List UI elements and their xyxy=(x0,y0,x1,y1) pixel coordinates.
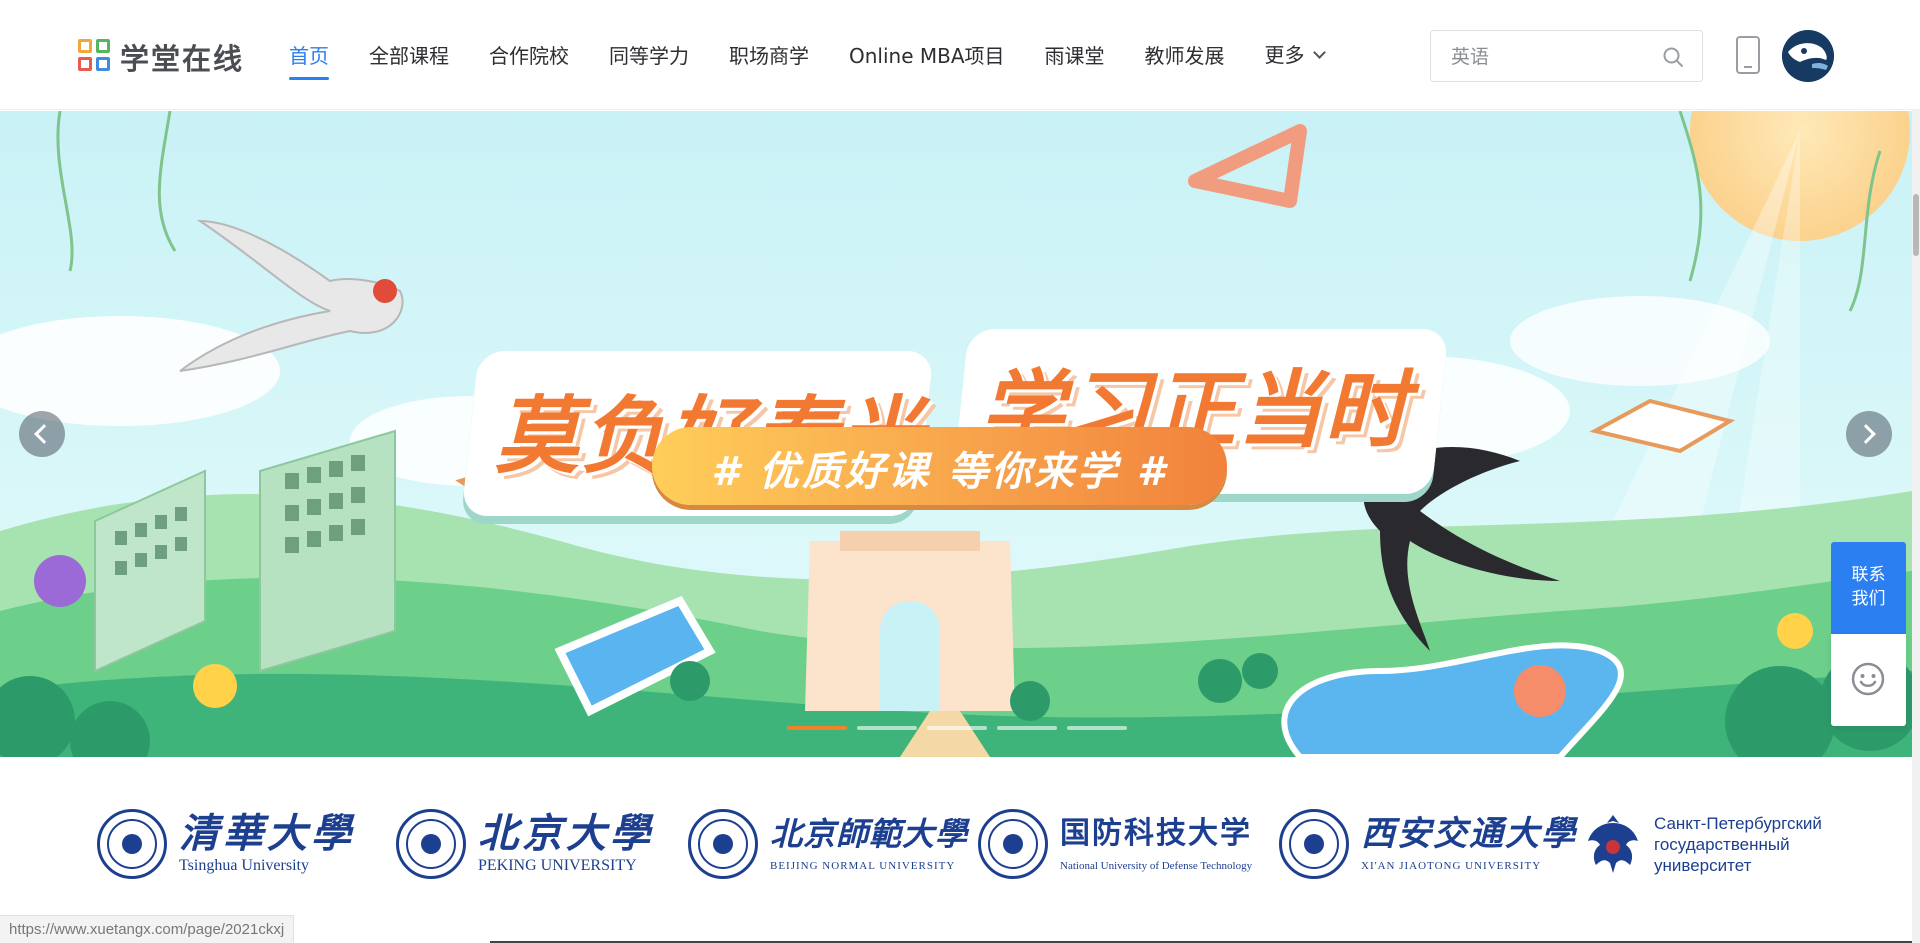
xjtu-seal-icon xyxy=(1279,809,1349,879)
partner-tsinghua[interactable]: 清華大學 Tsinghua University xyxy=(97,809,355,879)
search-input[interactable] xyxy=(1451,43,1651,71)
partner-name-en: BEIJING NORMAL UNIVERSITY xyxy=(770,860,956,872)
carousel-dot-5[interactable] xyxy=(1067,726,1127,730)
slogan-pill: # 优质好课 等你来学 # xyxy=(652,427,1227,505)
slogan-text: # 优质好课 等你来学 # xyxy=(711,449,1168,495)
partner-name-ru-line-1: Санкт-Петербургский xyxy=(1654,813,1822,833)
carousel-dot-4[interactable] xyxy=(997,726,1057,730)
carousel-indicators xyxy=(787,726,1127,730)
partner-xjtu[interactable]: 西安交通大學 XI'AN JIAOTONG UNIVERSITY xyxy=(1279,809,1577,879)
mobile-app-icon[interactable] xyxy=(1735,35,1761,75)
partner-name-cn: 北京大學 xyxy=(478,810,654,857)
page-scrollbar[interactable] xyxy=(1912,110,1920,943)
nav-item-partner-schools[interactable]: 合作院校 xyxy=(489,0,569,110)
nav-item-online-mba[interactable]: Online MBA项目 xyxy=(849,0,1005,110)
search-icon[interactable] xyxy=(1662,46,1684,68)
nav-item-teacher-development[interactable]: 教师发展 xyxy=(1145,0,1225,110)
contact-line-2: 我们 xyxy=(1851,589,1886,609)
spbu-eagle-crest-icon xyxy=(1588,815,1638,873)
contact-us-button[interactable]: 联系 我们 xyxy=(1831,542,1906,634)
carousel-dot-2[interactable] xyxy=(857,726,917,730)
page: 学堂在线 首页 全部课程 合作院校 同等学力 职场商学 Online MBA项目… xyxy=(0,0,1920,943)
nav-more-label: 更多 xyxy=(1264,43,1305,67)
contact-line-1: 联系 xyxy=(1851,565,1886,585)
partner-nudt[interactable]: 国防科技大学 National University of Defense Te… xyxy=(978,809,1252,879)
nav-more-dropdown[interactable]: 更多 xyxy=(1264,0,1326,110)
logo-icon xyxy=(78,39,114,75)
site-logo[interactable]: 学堂在线 xyxy=(78,36,244,78)
partner-name-en: XI'AN JIAOTONG UNIVERSITY xyxy=(1361,860,1542,872)
partner-name-en: PEKING UNIVERSITY xyxy=(478,857,637,874)
partner-name-cn: 北京師範大學 xyxy=(770,815,969,853)
partner-name-ru-line-2: государственный xyxy=(1654,834,1790,854)
top-header: 学堂在线 首页 全部课程 合作院校 同等学力 职场商学 Online MBA项目… xyxy=(0,0,1920,110)
link-preview-status: https://www.xuetangx.com/page/2021ckxj xyxy=(0,915,295,943)
partner-bnu[interactable]: 北京師範大學 BEIJING NORMAL UNIVERSITY xyxy=(688,809,968,879)
hero-carousel[interactable]: 莫负好春光 学习正当时 # 优质好课 等你来学 # xyxy=(0,111,1912,757)
nudt-seal-icon xyxy=(978,809,1048,879)
chat-button[interactable] xyxy=(1831,634,1906,726)
search-box xyxy=(1430,30,1703,82)
carousel-dot-1[interactable] xyxy=(787,726,847,730)
tsinghua-seal-icon xyxy=(97,809,167,879)
nav-item-equivalent-degree[interactable]: 同等学力 xyxy=(609,0,689,110)
chevron-down-icon xyxy=(1312,45,1326,59)
partner-name-cn: 清華大學 xyxy=(179,810,355,857)
carousel-dot-3[interactable] xyxy=(927,726,987,730)
partner-spbu[interactable]: Санкт-Петербургский государственный унив… xyxy=(1584,809,1822,879)
partner-name-ru-line-3: университет xyxy=(1654,855,1752,875)
main-nav: 首页 全部课程 合作院校 同等学力 职场商学 Online MBA项目 雨课堂 … xyxy=(289,0,1364,110)
scrollbar-thumb[interactable] xyxy=(1913,194,1919,256)
carousel-next-button[interactable] xyxy=(1846,411,1892,457)
partner-name-en: Tsinghua University xyxy=(179,857,309,874)
partner-peking[interactable]: 北京大學 PEKING UNIVERSITY xyxy=(396,809,654,879)
nav-item-business-school[interactable]: 职场商学 xyxy=(729,0,809,110)
partner-name-cn: 西安交通大學 xyxy=(1361,814,1577,854)
peking-seal-icon xyxy=(396,809,466,879)
smiley-chat-icon xyxy=(1851,662,1885,696)
bnu-seal-icon xyxy=(688,809,758,879)
user-avatar[interactable] xyxy=(1782,30,1834,82)
partner-name-cn: 国防科技大学 xyxy=(1060,816,1252,851)
logo-text: 学堂在线 xyxy=(120,42,245,76)
partner-name-en: National University of Defense Technolog… xyxy=(1060,860,1253,872)
nav-item-home[interactable]: 首页 xyxy=(289,0,329,110)
nav-item-rain-classroom[interactable]: 雨课堂 xyxy=(1045,0,1105,110)
nav-item-all-courses[interactable]: 全部课程 xyxy=(369,0,449,110)
carousel-prev-button[interactable] xyxy=(19,411,65,457)
